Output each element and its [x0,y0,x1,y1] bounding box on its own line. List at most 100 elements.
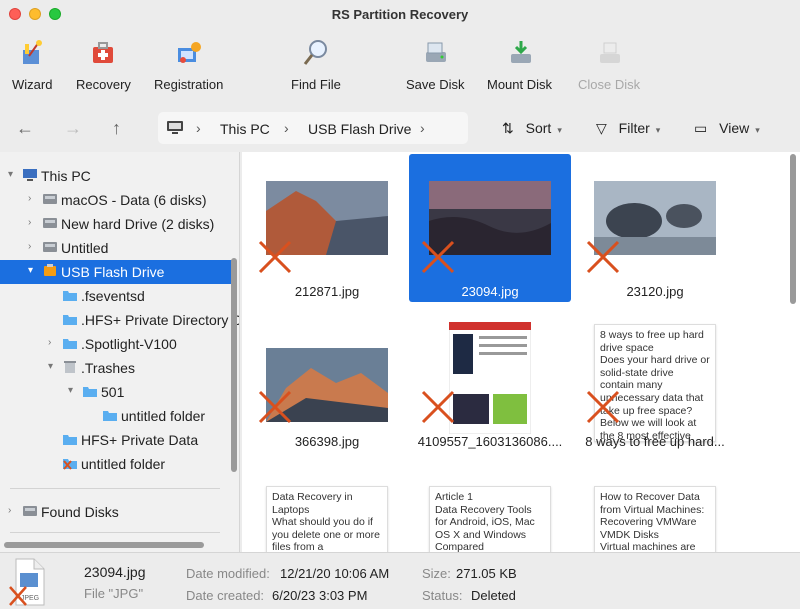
tree-item-spotlight[interactable]: › .Spotlight-V100 [0,332,232,356]
magnifier-icon [303,40,327,65]
divider [10,488,220,489]
chevron-down-icon: ▾ [755,125,760,135]
divider [10,532,220,533]
tree-item-label: .HFS+ Private Directory Data [81,312,239,328]
file-item[interactable]: 23120.jpg [574,154,736,302]
date-created-label: Date created: [186,588,265,603]
chevron-right-icon[interactable]: › [28,241,31,252]
tree-item-label: untitled folder [121,408,206,424]
content-vertical-scrollbar[interactable] [790,154,796,304]
wizard-icon [23,40,43,64]
tree-item-untitled[interactable]: › Untitled [0,236,232,260]
chevron-right-icon: › [196,120,201,136]
find-file-label: Find File [291,77,341,92]
tree-item-trashes[interactable]: ▾ .Trashes [0,356,232,380]
chevron-down-icon: ▾ [655,125,661,135]
sort-dropdown[interactable]: ⇅ Sort ▾ [502,120,562,137]
main-toolbar: Wizard Recovery Registration Find File S… [0,28,800,98]
mount-disk-icon [510,41,531,63]
selected-file-type: File "JPG" [84,586,144,601]
tree-item-new-hard-drive[interactable]: › New hard Drive (2 disks) [0,212,232,236]
tree-item-label: macOS - Data (6 disks) [61,192,207,208]
tree-item-fseventsd[interactable]: .fseventsd [0,284,232,308]
registration-button[interactable]: Registration [154,38,223,92]
forward-arrow-icon[interactable]: → [64,118,82,139]
chevron-down-icon[interactable]: ▾ [68,385,73,396]
tree-item-usb-flash-drive[interactable]: ▾ USB Flash Drive [0,260,232,284]
chevron-down-icon[interactable]: ▾ [48,361,53,372]
chevron-right-icon: › [284,120,289,136]
status-value: Deleted [471,588,516,603]
save-disk-icon [426,42,447,62]
file-text-preview: How to Recover Data from Virtual Machine… [594,486,716,552]
file-item[interactable]: Data Recovery in Laptops What should you … [246,486,408,552]
tree-item-hfs-private-directory[interactable]: .HFS+ Private Directory Data [0,308,239,332]
registration-icon [177,42,201,63]
tree-item-this-pc[interactable]: ▾ This PC [0,164,232,188]
breadcrumb-this-pc[interactable]: This PC [220,121,270,137]
filter-label: Filter [618,120,650,136]
chevron-down-icon[interactable]: ▾ [8,169,13,180]
save-disk-button[interactable]: Save Disk [406,38,465,92]
up-arrow-icon[interactable]: ↑ [112,118,121,139]
sidebar-horizontal-scrollbar[interactable] [4,542,204,548]
computer-icon [167,121,183,134]
tree-item-label: New hard Drive (2 disks) [61,216,215,232]
recovery-kit-icon [93,42,114,63]
close-disk-button[interactable]: Close Disk [578,38,640,92]
file-name: 366398.jpg [294,434,360,449]
close-disk-label: Close Disk [578,77,641,92]
file-item[interactable]: 212871.jpg [246,154,408,302]
back-arrow-icon[interactable]: ← [16,118,34,139]
breadcrumb-usb-flash-drive[interactable]: USB Flash Drive [308,121,411,137]
chevron-right-icon: › [420,120,425,136]
tree-item-label: This PC [41,168,91,184]
mount-disk-button[interactable]: Mount Disk [487,38,552,92]
tree-item-untitled-folder[interactable]: untitled folder [0,404,232,428]
deleted-mark-icon [258,390,292,424]
sidebar-vertical-scrollbar[interactable] [231,258,237,472]
find-file-button[interactable]: Find File [291,38,341,92]
folder-icon [103,411,117,421]
tree-item-label: 501 [101,384,125,400]
computer-icon [23,169,37,181]
file-name: 23120.jpg [626,284,684,299]
file-item[interactable]: How to Recover Data from Virtual Machine… [574,486,736,552]
status-bar: JPEG 23094.jpg File "JPG" Date modified:… [0,552,800,609]
chevron-down-icon[interactable]: ▾ [28,265,33,276]
breadcrumb: › This PC › USB Flash Drive › [158,112,468,144]
sort-icon: ⇅ [502,120,514,136]
chevron-right-icon[interactable]: › [28,193,31,204]
close-disk-icon [600,42,621,63]
chevron-right-icon[interactable]: › [48,337,51,348]
tree-item-deleted-untitled-folder[interactable]: untitled folder [0,452,232,476]
file-name: 212871.jpg [294,284,360,299]
folder-icon [63,291,77,301]
file-text-preview: Data Recovery in Laptops What should you … [266,486,388,552]
view-dropdown[interactable]: ▭ View ▾ [694,120,760,137]
tree-item-hfs-private-data[interactable]: HFS+ Private Data [0,428,232,452]
file-item[interactable]: 366398.jpg [246,304,408,452]
hard-disk-icon [43,194,57,204]
navigation-bar: ← → ↑ › This PC › USB Flash Drive › ⇅ So… [0,108,800,150]
chevron-right-icon[interactable]: › [8,505,11,516]
file-item[interactable]: Article 1 Data Recovery Tools for Android… [409,486,571,552]
deleted-mark-icon [421,390,455,424]
file-item[interactable]: 8 ways to free up hard drive space Does y… [574,304,736,452]
file-item[interactable]: 4109557_1603136086.... [409,304,571,452]
save-disk-label: Save Disk [406,77,465,92]
tree-item-found-disks[interactable]: › Found Disks [0,500,232,524]
chevron-right-icon[interactable]: › [28,217,31,228]
size-value: 271.05 KB [456,566,517,581]
tree-item-501[interactable]: ▾ 501 [0,380,232,404]
file-item[interactable]: 23094.jpg [409,154,571,302]
window-title: RS Partition Recovery [331,7,469,22]
deleted-mark-icon [586,390,620,424]
wizard-button[interactable]: Wizard [12,38,52,92]
hard-disk-icon [23,506,37,516]
tree-item-macos-data[interactable]: › macOS - Data (6 disks) [0,188,232,212]
tree-item-label: .Trashes [81,360,135,376]
filter-dropdown[interactable]: ▽ Filter ▾ [596,120,660,137]
jpeg-file-icon: JPEG [9,558,45,606]
recovery-button[interactable]: Recovery [76,38,131,92]
